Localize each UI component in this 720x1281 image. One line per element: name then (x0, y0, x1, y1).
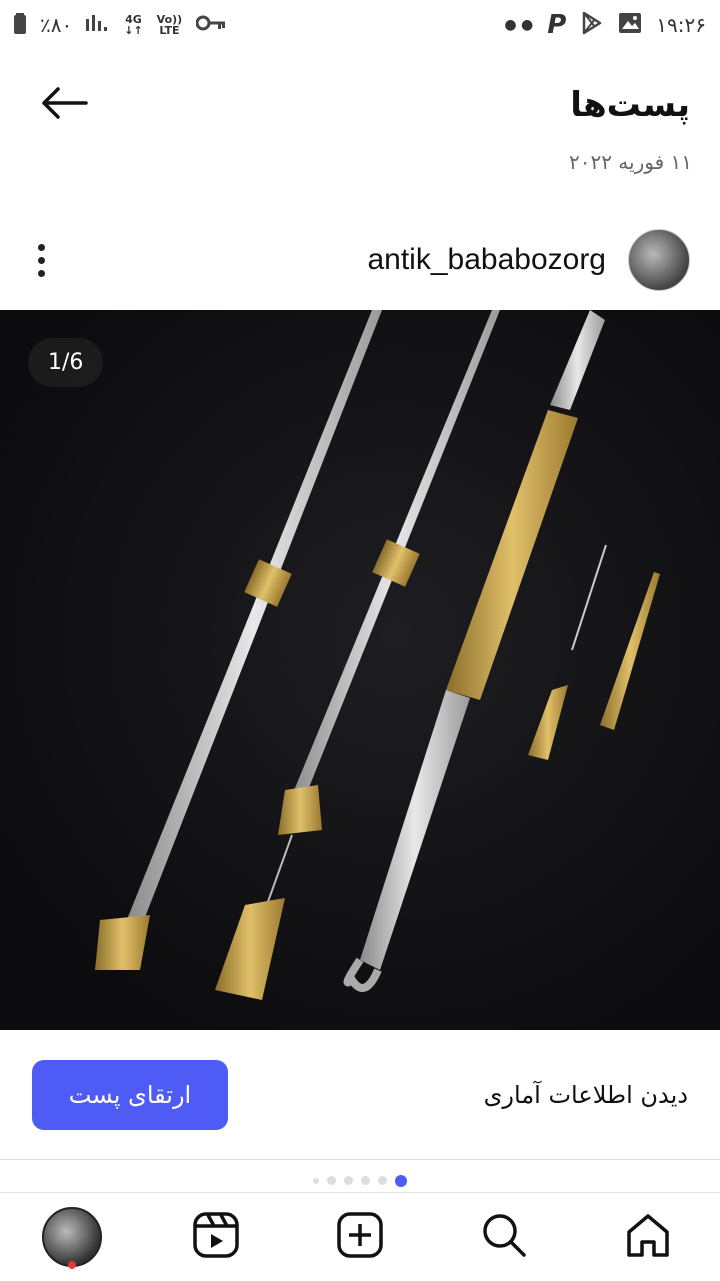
status-bar: ٪۸۰ 4G ↓↑ Vo)) LTE ● ● P ۱۹:۲۶ (0, 0, 720, 50)
battery-percent: ٪۸۰ (40, 13, 73, 37)
search-icon (481, 1212, 527, 1262)
more-notifications-icon: ● ● (504, 17, 534, 33)
avatar[interactable] (628, 229, 690, 291)
create-icon (337, 1212, 383, 1262)
nav-reels[interactable] (186, 1207, 246, 1267)
knives-illustration (95, 310, 660, 1000)
image-counter: 1/6 (28, 338, 104, 387)
p-app-icon: P (547, 10, 567, 40)
carousel-dot (361, 1176, 370, 1185)
network-type: 4G ↓↑ (124, 13, 143, 37)
carousel-dot (313, 1178, 319, 1184)
volte-indicator: Vo)) LTE (156, 13, 183, 37)
nav-search[interactable] (474, 1207, 534, 1267)
play-store-icon (580, 11, 604, 40)
carousel-dot (344, 1176, 353, 1185)
nav-profile[interactable] (42, 1207, 102, 1269)
nav-home[interactable] (618, 1207, 678, 1267)
nav-create[interactable] (330, 1207, 390, 1267)
carousel-dot-active (395, 1175, 407, 1187)
post-actions: ارتقای پست دیدن اطلاعات آماری (0, 1030, 720, 1160)
post-author-row: antik_bababozorg (0, 220, 720, 300)
post-image[interactable]: 1/6 (0, 310, 720, 1030)
promote-post-button[interactable]: ارتقای پست (32, 1059, 228, 1130)
profile-avatar-icon (42, 1207, 102, 1267)
clock-time: ۱۹:۲۶ (656, 13, 706, 37)
kebab-menu-icon[interactable] (28, 240, 55, 281)
battery-icon (14, 12, 26, 39)
key-icon (195, 13, 226, 37)
bottom-navigation (0, 1192, 720, 1281)
carousel-dot (327, 1176, 336, 1185)
back-arrow-icon[interactable] (40, 85, 88, 125)
view-stats-link[interactable]: دیدن اطلاعات آماری (484, 1081, 688, 1109)
username[interactable]: antik_bababozorg (367, 243, 606, 277)
app-header: پست‌ها (0, 60, 720, 150)
page-title: پست‌ها (570, 85, 690, 125)
notification-dot (68, 1261, 76, 1269)
carousel-dot (378, 1176, 387, 1185)
reels-icon (193, 1212, 239, 1262)
gallery-icon (618, 12, 642, 39)
carousel-indicator (0, 1175, 720, 1187)
post-date: ۱۱ فوریه ۲۰۲۲ (568, 150, 692, 174)
signal-icon (86, 13, 110, 38)
home-icon (625, 1212, 671, 1262)
